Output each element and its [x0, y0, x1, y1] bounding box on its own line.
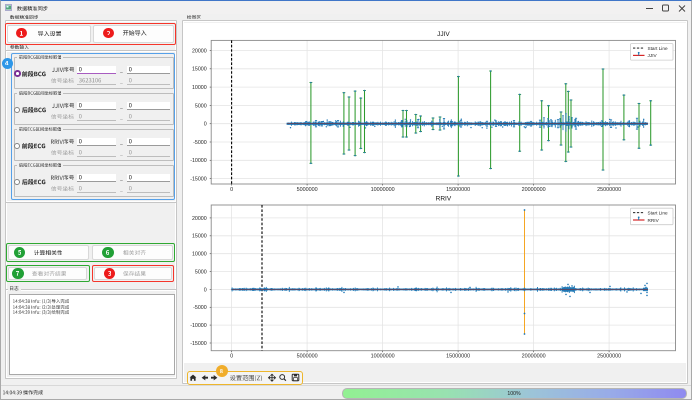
svg-text:0: 0 — [230, 187, 233, 193]
svg-text:-5000: -5000 — [193, 140, 207, 146]
svg-text:5000: 5000 — [195, 103, 207, 109]
svg-text:RRIV: RRIV — [436, 196, 452, 203]
svg-text:25000000: 25000000 — [597, 354, 621, 360]
svg-text:15000: 15000 — [192, 67, 207, 73]
svg-text:5000000: 5000000 — [297, 187, 318, 193]
svg-text:10000: 10000 — [192, 252, 207, 258]
svg-text:-15000: -15000 — [190, 341, 207, 347]
svg-text:JJIV: JJIV — [437, 31, 450, 38]
svg-text:-10000: -10000 — [190, 323, 207, 329]
svg-text:15000000: 15000000 — [446, 354, 470, 360]
svg-text:20000: 20000 — [192, 216, 207, 222]
svg-text:-15000: -15000 — [190, 177, 207, 183]
svg-text:0: 0 — [230, 354, 233, 360]
svg-text:-5000: -5000 — [193, 305, 207, 311]
svg-text:JJIV: JJIV — [648, 53, 658, 58]
svg-text:5000000: 5000000 — [297, 354, 318, 360]
svg-text:25000000: 25000000 — [597, 187, 621, 193]
svg-text:0: 0 — [204, 122, 207, 128]
svg-text:20000000: 20000000 — [522, 354, 546, 360]
svg-text:Start Line: Start Line — [648, 211, 668, 216]
svg-text:15000: 15000 — [192, 234, 207, 240]
svg-text:20000000: 20000000 — [522, 187, 546, 193]
svg-text:Start Line: Start Line — [648, 46, 668, 51]
svg-text:10000: 10000 — [192, 85, 207, 91]
svg-text:10000000: 10000000 — [371, 354, 395, 360]
svg-text:15000000: 15000000 — [446, 187, 470, 193]
svg-text:5000: 5000 — [195, 269, 207, 275]
svg-text:RRIV: RRIV — [648, 218, 660, 223]
svg-text:10000000: 10000000 — [371, 187, 395, 193]
svg-text:20000: 20000 — [192, 48, 207, 54]
svg-text:-10000: -10000 — [190, 158, 207, 164]
svg-text:0: 0 — [204, 287, 207, 293]
